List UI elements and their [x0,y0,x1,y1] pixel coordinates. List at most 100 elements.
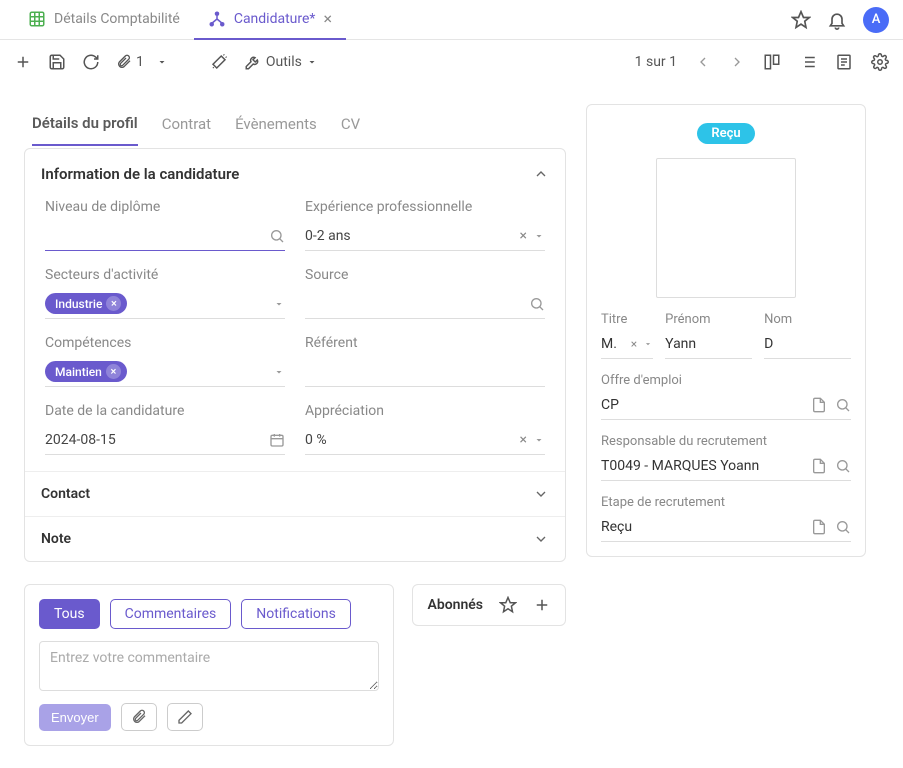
tab-comptabilite[interactable]: Détails Comptabilité [14,0,194,40]
edit-button[interactable] [167,703,203,731]
refresh-button[interactable] [82,53,100,71]
photo-placeholder[interactable] [656,158,796,298]
appreciation-select[interactable]: 0 % × [305,425,545,455]
search-icon[interactable] [529,296,545,312]
firstname-input[interactable]: Yann [665,331,752,359]
referrer-field[interactable] [305,360,545,384]
title-value: M. [601,336,625,352]
source-field[interactable] [305,292,523,316]
chevron-down-icon [533,486,549,502]
title-select[interactable]: M. × [601,331,653,359]
toolbar: 1 Outils 1 sur 1 [0,40,903,84]
document-icon[interactable] [811,397,827,413]
subtab-profile[interactable]: Détails du profil [32,104,138,146]
filter-comments[interactable]: Commentaires [110,599,232,629]
kanban-view-icon[interactable] [763,53,781,71]
close-icon[interactable]: × [323,9,332,28]
search-icon[interactable] [835,397,851,413]
profile-card: Information de la candidature Niveau de … [24,148,566,562]
spreadsheet-icon [28,10,46,28]
chevron-down-icon[interactable] [643,339,653,349]
chip-remove-icon[interactable]: × [106,296,121,311]
subtab-contract[interactable]: Contrat [162,105,211,145]
firstname-label: Prénom [665,312,752,327]
section-contact[interactable]: Contact [25,471,565,516]
subtabs: Détails du profil Contrat Évènements CV [24,104,566,146]
subtab-cv[interactable]: CV [341,105,360,145]
chevron-down-icon[interactable] [273,298,285,310]
responsible-value: T0049 - MARQUES Yoann [601,458,805,474]
clear-icon[interactable]: × [520,432,527,448]
lastname-input[interactable]: D [764,331,851,359]
calendar-icon[interactable] [269,432,285,448]
attachment-count: 1 [136,54,144,70]
star-icon[interactable] [499,596,517,614]
stage-value: Reçu [601,519,805,535]
chip-remove-icon[interactable]: × [106,364,121,379]
section-header-info[interactable]: Information de la candidature [25,149,565,195]
experience-value: 0-2 ans [305,228,514,244]
degree-field[interactable] [45,224,263,248]
tab-label: Candidature* [234,11,316,27]
search-icon[interactable] [269,228,285,244]
sectors-select[interactable]: Industrie × [45,289,285,319]
job-input[interactable]: CP [601,392,851,420]
tools-button[interactable]: Outils [244,53,318,71]
send-button[interactable]: Envoyer [39,704,111,731]
date-input[interactable]: 2024-08-15 [45,425,285,455]
source-input[interactable] [305,289,545,319]
tab-candidature[interactable]: Candidature* × [194,0,346,40]
skills-select[interactable]: Maintien × [45,357,285,387]
tab-label: Détails Comptabilité [54,11,180,27]
job-value: CP [601,397,805,413]
appreciation-value: 0 % [305,432,514,448]
attachment-button[interactable]: 1 [116,54,168,70]
chevron-down-icon[interactable] [533,434,545,446]
comments-panel: Tous Commentaires Notifications Envoyer [24,584,394,746]
stage-input[interactable]: Reçu [601,514,851,542]
search-icon[interactable] [835,519,851,535]
right-panel: Reçu Titre M. × Prénom [586,104,866,557]
skill-chip: Maintien × [45,361,127,382]
comment-input[interactable] [39,641,379,691]
subtab-events[interactable]: Évènements [235,105,317,145]
tools-label: Outils [266,54,302,70]
top-tab-bar: Détails Comptabilité Candidature* × A [0,0,903,40]
bell-icon[interactable] [827,10,847,30]
appreciation-label: Appréciation [305,403,545,419]
clear-icon[interactable]: × [631,337,637,351]
followers-panel: Abonnés [412,584,566,626]
referrer-input[interactable] [305,357,545,387]
degree-label: Niveau de diplôme [45,199,285,215]
search-icon[interactable] [835,458,851,474]
status-badge: Reçu [697,123,754,144]
chevron-down-icon[interactable] [273,366,285,378]
add-follower-button[interactable] [533,596,551,614]
skills-label: Compétences [45,335,285,351]
settings-icon[interactable] [871,53,889,71]
filter-all[interactable]: Tous [39,599,100,629]
section-note[interactable]: Note [25,516,565,561]
next-button[interactable] [729,54,745,70]
star-icon[interactable] [791,10,811,30]
date-label: Date de la candidature [45,403,285,419]
attach-button[interactable] [121,703,157,731]
form-view-icon[interactable] [835,53,853,71]
clear-icon[interactable]: × [520,228,527,244]
prev-button[interactable] [695,54,711,70]
avatar[interactable]: A [863,7,889,33]
chevron-down-icon[interactable] [533,230,545,242]
document-icon[interactable] [811,519,827,535]
pager-text: 1 sur 1 [635,54,677,70]
responsible-input[interactable]: T0049 - MARQUES Yoann [601,453,851,481]
degree-input[interactable] [45,221,285,251]
add-button[interactable] [14,53,32,71]
wand-button[interactable] [210,53,228,71]
hierarchy-icon [208,10,226,28]
list-view-icon[interactable] [799,53,817,71]
section-title: Note [41,531,71,547]
filter-notifications[interactable]: Notifications [241,599,351,629]
document-icon[interactable] [811,458,827,474]
save-button[interactable] [48,53,66,71]
experience-select[interactable]: 0-2 ans × [305,221,545,251]
